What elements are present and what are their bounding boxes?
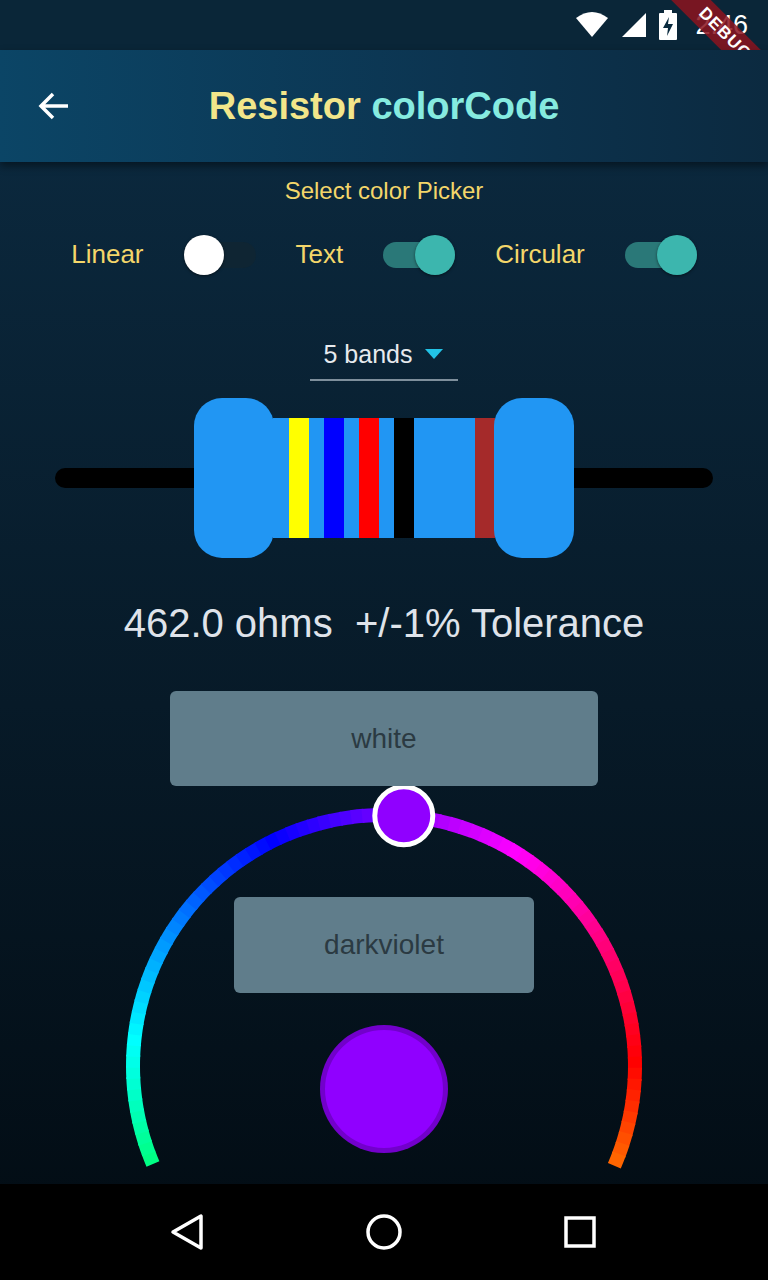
title-part: colorCode xyxy=(371,85,559,128)
resistor-cap xyxy=(494,398,574,558)
result-text: 462.0 ohms +/-1% Tolerance xyxy=(124,599,645,647)
toggle-switch[interactable] xyxy=(383,235,455,275)
title-part: Resistor xyxy=(209,85,361,128)
dropdown-value: 5 bands xyxy=(324,340,413,369)
resistor-band[interactable] xyxy=(359,418,379,538)
nav-home-button[interactable] xyxy=(364,1212,404,1252)
toggle-label: Linear xyxy=(71,239,143,270)
content: Select color Picker Linear Text Circular 5 b… xyxy=(0,162,768,1184)
circular-color-label: darkviolet xyxy=(234,897,534,993)
toggle-label: Circular xyxy=(495,239,585,270)
app-title: ResistorcolorCode xyxy=(112,85,656,128)
back-triangle-icon xyxy=(168,1212,208,1252)
back-arrow-icon xyxy=(36,88,72,124)
text-picker-value: white xyxy=(351,723,416,755)
wifi-icon xyxy=(575,12,609,38)
nav-bar xyxy=(0,1184,768,1280)
band-dropdown[interactable]: 5 bands xyxy=(310,330,458,381)
resistor-band[interactable] xyxy=(394,418,414,538)
color-preview[interactable] xyxy=(320,1025,448,1153)
resistor-band[interactable] xyxy=(475,418,495,538)
resistor-body xyxy=(273,418,495,538)
text-picker-field[interactable]: white xyxy=(170,691,598,786)
picker-select-title: Select color Picker xyxy=(285,176,484,206)
hue-handle[interactable] xyxy=(375,787,433,845)
back-button[interactable] xyxy=(0,88,112,124)
toggle-label: Text xyxy=(296,239,344,270)
nav-back-button[interactable] xyxy=(168,1212,208,1252)
toggle-switch[interactable] xyxy=(184,235,256,275)
dropdown-caret-icon xyxy=(424,348,444,360)
switch-thumb xyxy=(657,235,697,275)
switch-thumb xyxy=(184,235,224,275)
home-circle-icon xyxy=(364,1212,404,1252)
resistor-band[interactable] xyxy=(324,418,344,538)
recents-square-icon xyxy=(560,1212,600,1252)
circular-picker: darkviolet xyxy=(0,786,768,1184)
circular-label-text: darkviolet xyxy=(324,929,444,961)
toggle-switch[interactable] xyxy=(625,235,697,275)
app-bar: ResistorcolorCode xyxy=(0,50,768,162)
signal-icon xyxy=(621,12,647,38)
switch-thumb xyxy=(415,235,455,275)
resistor-band[interactable] xyxy=(289,418,309,538)
picker-toggles: Linear Text Circular xyxy=(71,233,697,277)
nav-recents-button[interactable] xyxy=(560,1212,600,1252)
status-bar: 2:46DEBUG xyxy=(0,0,768,50)
battery-icon xyxy=(659,10,677,40)
circular-inner: darkviolet xyxy=(0,786,768,1153)
resistor-cap xyxy=(194,398,274,558)
resistor xyxy=(0,398,768,558)
app-screen: 2:46DEBUG ResistorcolorCode Select color P… xyxy=(0,0,768,1280)
